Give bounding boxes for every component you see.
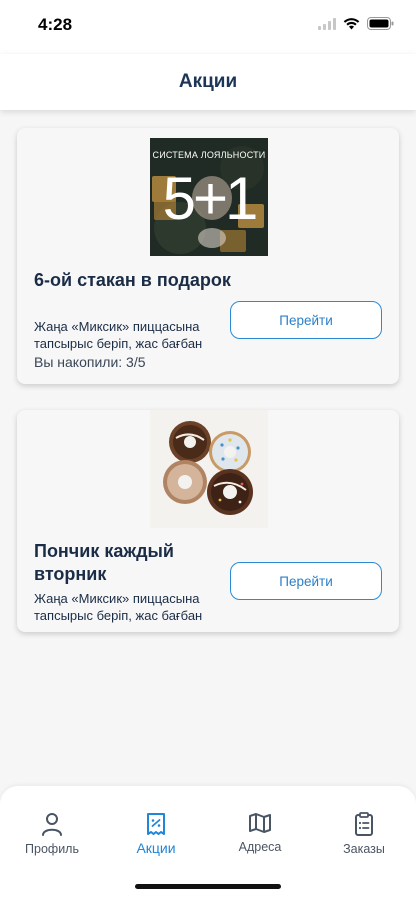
promo-title: 6-ой стакан в подарок [34, 270, 231, 290]
tab-bar: Профиль Акции Адреса Заказы [0, 786, 416, 900]
tab-profile[interactable]: Профиль [0, 812, 104, 862]
page-title: Акции [178, 71, 238, 92]
promo-subtitle: Жаңа «Миксик» пиццасына тапсырыс беріп, … [34, 319, 203, 351]
tab-label: Акции [136, 840, 176, 856]
go-button[interactable]: Перейти [230, 301, 382, 339]
go-button[interactable]: Перейти [230, 562, 382, 600]
promo-image-donuts [150, 410, 268, 528]
person-icon [42, 813, 62, 836]
promo-title: Пончик каждый вторник [34, 541, 174, 584]
promo-card-loyalty[interactable]: СИСТЕМА ЛОЯЛЬНОСТИ 5+1 6-ой стакан в под… [17, 128, 399, 384]
promo-subtitle: Жаңа «Миксик» пиццасына тапсырыс беріп, … [34, 591, 203, 623]
clipboard-icon [355, 812, 373, 836]
promo-card-donut[interactable]: Пончик каждый вторник Жаңа «Миксик» пицц… [17, 410, 399, 632]
tab-label: Адреса [238, 840, 282, 854]
tab-label: Профиль [25, 842, 79, 856]
home-indicator [135, 884, 281, 889]
map-icon [249, 813, 271, 833]
battery-icon [367, 17, 394, 30]
promo-image-loyalty: СИСТЕМА ЛОЯЛЬНОСТИ 5+1 [150, 138, 268, 256]
signal-icon [318, 17, 336, 30]
status-time: 4:28 [38, 15, 73, 34]
loyalty-image-caption: СИСТЕМА ЛОЯЛЬНОСТИ [152, 150, 266, 160]
status-icons [318, 17, 394, 30]
tab-addresses[interactable]: Адреса [208, 812, 312, 862]
receipt-percent-icon [147, 813, 165, 835]
promo-progress: Вы накопили: 3/5 [34, 354, 146, 370]
tab-label: Заказы [343, 842, 385, 856]
nav-header: Акции [0, 54, 416, 110]
tab-orders[interactable]: Заказы [312, 812, 416, 862]
loyalty-image-number: 5+1 [162, 165, 259, 232]
status-bar: 4:28 [0, 0, 416, 54]
tab-promotions[interactable]: Акции [104, 812, 208, 862]
wifi-icon [343, 17, 360, 29]
